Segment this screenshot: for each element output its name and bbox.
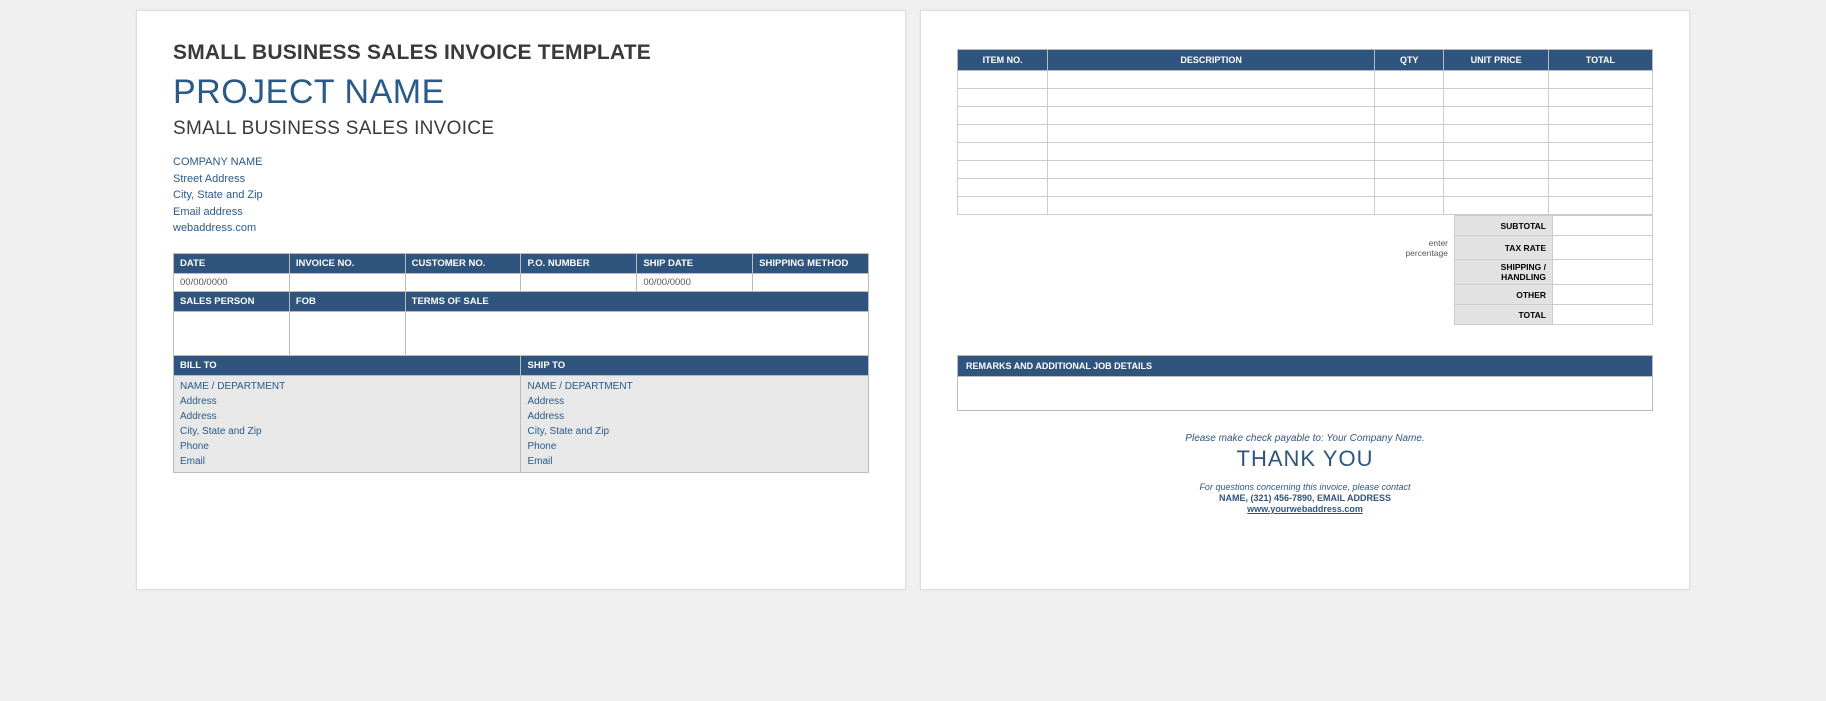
project-name: PROJECT NAME (173, 73, 869, 112)
hdr-qty: QTY (1374, 50, 1444, 71)
invoice-info-table: DATE INVOICE NO. CUSTOMER NO. P.O. NUMBE… (173, 253, 869, 473)
hdr-invoice-no: INVOICE NO. (289, 253, 405, 273)
hdr-po-number: P.O. NUMBER (521, 253, 637, 273)
ship-name: NAME / DEPARTMENT (527, 379, 862, 394)
item-row[interactable] (958, 197, 1653, 215)
val-invoice-no[interactable] (289, 273, 405, 291)
remarks-body[interactable] (957, 377, 1653, 411)
bill-name: NAME / DEPARTMENT (180, 379, 514, 394)
hdr-fob: FOB (289, 291, 405, 311)
item-row[interactable] (958, 107, 1653, 125)
hdr-shipping-method: SHIPPING METHOD (753, 253, 869, 273)
company-block: COMPANY NAME Street Address City, State … (173, 154, 869, 237)
questions-line: For questions concerning this invoice, p… (957, 482, 1653, 492)
hdr-description: DESCRIPTION (1048, 50, 1375, 71)
hdr-total: TOTAL (1548, 50, 1652, 71)
hdr-ship-date: SHIP DATE (637, 253, 753, 273)
tax-note: enterpercentage (1395, 236, 1455, 260)
footer-block: Please make check payable to: Your Compa… (957, 433, 1653, 514)
item-row[interactable] (958, 71, 1653, 89)
val-customer-no[interactable] (405, 273, 521, 291)
template-title: SMALL BUSINESS SALES INVOICE TEMPLATE (173, 41, 869, 65)
ship-addr2: Address (527, 409, 862, 424)
item-row[interactable] (958, 125, 1653, 143)
item-row[interactable] (958, 161, 1653, 179)
val-shipping[interactable] (1553, 260, 1653, 285)
ship-city: City, State and Zip (527, 424, 862, 439)
hdr-ship-to: SHIP TO (521, 355, 869, 375)
bill-phone: Phone (180, 439, 514, 454)
totals-table: SUBTOTAL enterpercentage TAX RATE SHIPPI… (1395, 215, 1654, 325)
lbl-grand-total: TOTAL (1455, 305, 1553, 325)
lbl-tax-rate: TAX RATE (1455, 236, 1553, 260)
ship-addr1: Address (527, 394, 862, 409)
thank-you: THANK YOU (957, 446, 1653, 472)
invoice-page-2: ITEM NO. DESCRIPTION QTY UNIT PRICE TOTA… (920, 10, 1690, 590)
val-sales-person[interactable] (174, 311, 290, 355)
bill-addr1: Address (180, 394, 514, 409)
hdr-date: DATE (174, 253, 290, 273)
bill-city: City, State and Zip (180, 424, 514, 439)
ship-phone: Phone (527, 439, 862, 454)
item-row[interactable] (958, 143, 1653, 161)
ship-to-block[interactable]: NAME / DEPARTMENT Address Address City, … (521, 375, 869, 472)
totals-zone: SUBTOTAL enterpercentage TAX RATE SHIPPI… (957, 215, 1653, 325)
invoice-subtitle: SMALL BUSINESS SALES INVOICE (173, 118, 869, 140)
bill-to-block[interactable]: NAME / DEPARTMENT Address Address City, … (174, 375, 521, 472)
hdr-sales-person: SALES PERSON (174, 291, 290, 311)
hdr-terms-of-sale: TERMS OF SALE (405, 291, 868, 311)
company-street: Street Address (173, 171, 869, 188)
val-subtotal[interactable] (1553, 216, 1653, 236)
web-line[interactable]: www.yourwebaddress.com (957, 504, 1653, 514)
hdr-customer-no: CUSTOMER NO. (405, 253, 521, 273)
hdr-item-no: ITEM NO. (958, 50, 1048, 71)
ship-email: Email (527, 454, 862, 469)
val-other[interactable] (1553, 285, 1653, 305)
val-fob[interactable] (289, 311, 405, 355)
hdr-bill-to: BILL TO (174, 355, 521, 375)
lbl-subtotal: SUBTOTAL (1455, 216, 1553, 236)
val-shipping-method[interactable] (753, 273, 869, 291)
company-email: Email address (173, 204, 869, 221)
company-city: City, State and Zip (173, 187, 869, 204)
bill-addr2: Address (180, 409, 514, 424)
item-row[interactable] (958, 179, 1653, 197)
bill-email: Email (180, 454, 514, 469)
contact-line: NAME, (321) 456-7890, EMAIL ADDRESS (957, 493, 1653, 503)
invoice-page-1: SMALL BUSINESS SALES INVOICE TEMPLATE PR… (136, 10, 906, 590)
lbl-other: OTHER (1455, 285, 1553, 305)
payable-to: Please make check payable to: Your Compa… (957, 433, 1653, 444)
remarks-header: REMARKS AND ADDITIONAL JOB DETAILS (957, 355, 1653, 377)
hdr-unit-price: UNIT PRICE (1444, 50, 1548, 71)
val-ship-date[interactable]: 00/00/0000 (637, 273, 753, 291)
val-date[interactable]: 00/00/0000 (174, 273, 290, 291)
company-web: webaddress.com (173, 220, 869, 237)
val-tax-rate[interactable] (1553, 236, 1653, 260)
val-po-number[interactable] (521, 273, 637, 291)
items-table: ITEM NO. DESCRIPTION QTY UNIT PRICE TOTA… (957, 49, 1653, 215)
val-terms-of-sale[interactable] (405, 311, 868, 355)
item-row[interactable] (958, 89, 1653, 107)
company-name: COMPANY NAME (173, 154, 869, 171)
val-grand-total[interactable] (1553, 305, 1653, 325)
lbl-shipping: SHIPPING / HANDLING (1455, 260, 1553, 285)
